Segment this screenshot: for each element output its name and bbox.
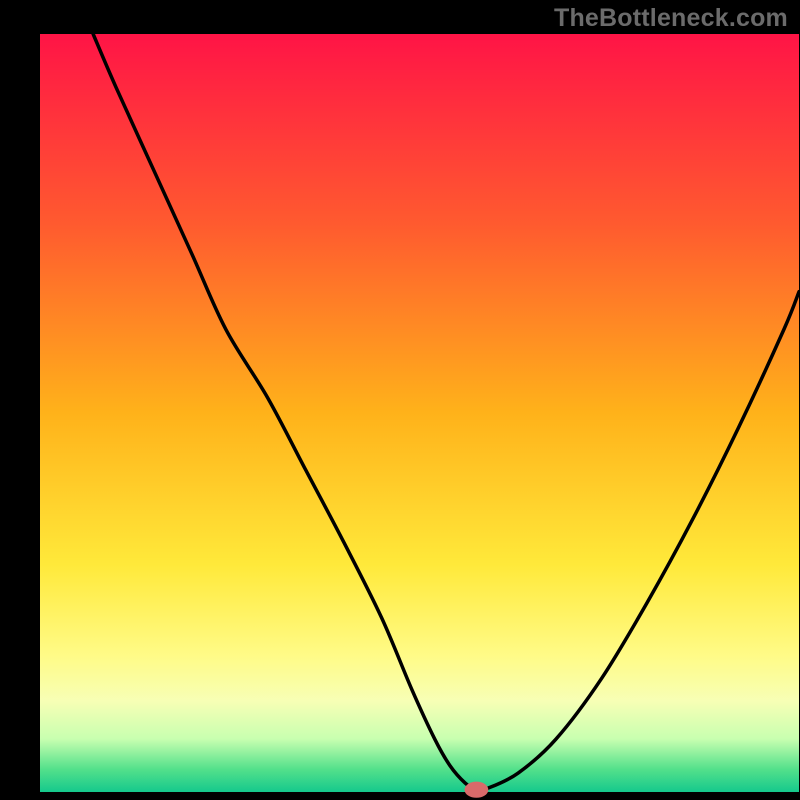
minimum-marker (465, 782, 488, 797)
attribution-label: TheBottleneck.com (554, 4, 788, 33)
chart-frame: TheBottleneck.com (0, 0, 800, 800)
bottleneck-chart (0, 0, 800, 800)
plot-background (40, 34, 799, 792)
